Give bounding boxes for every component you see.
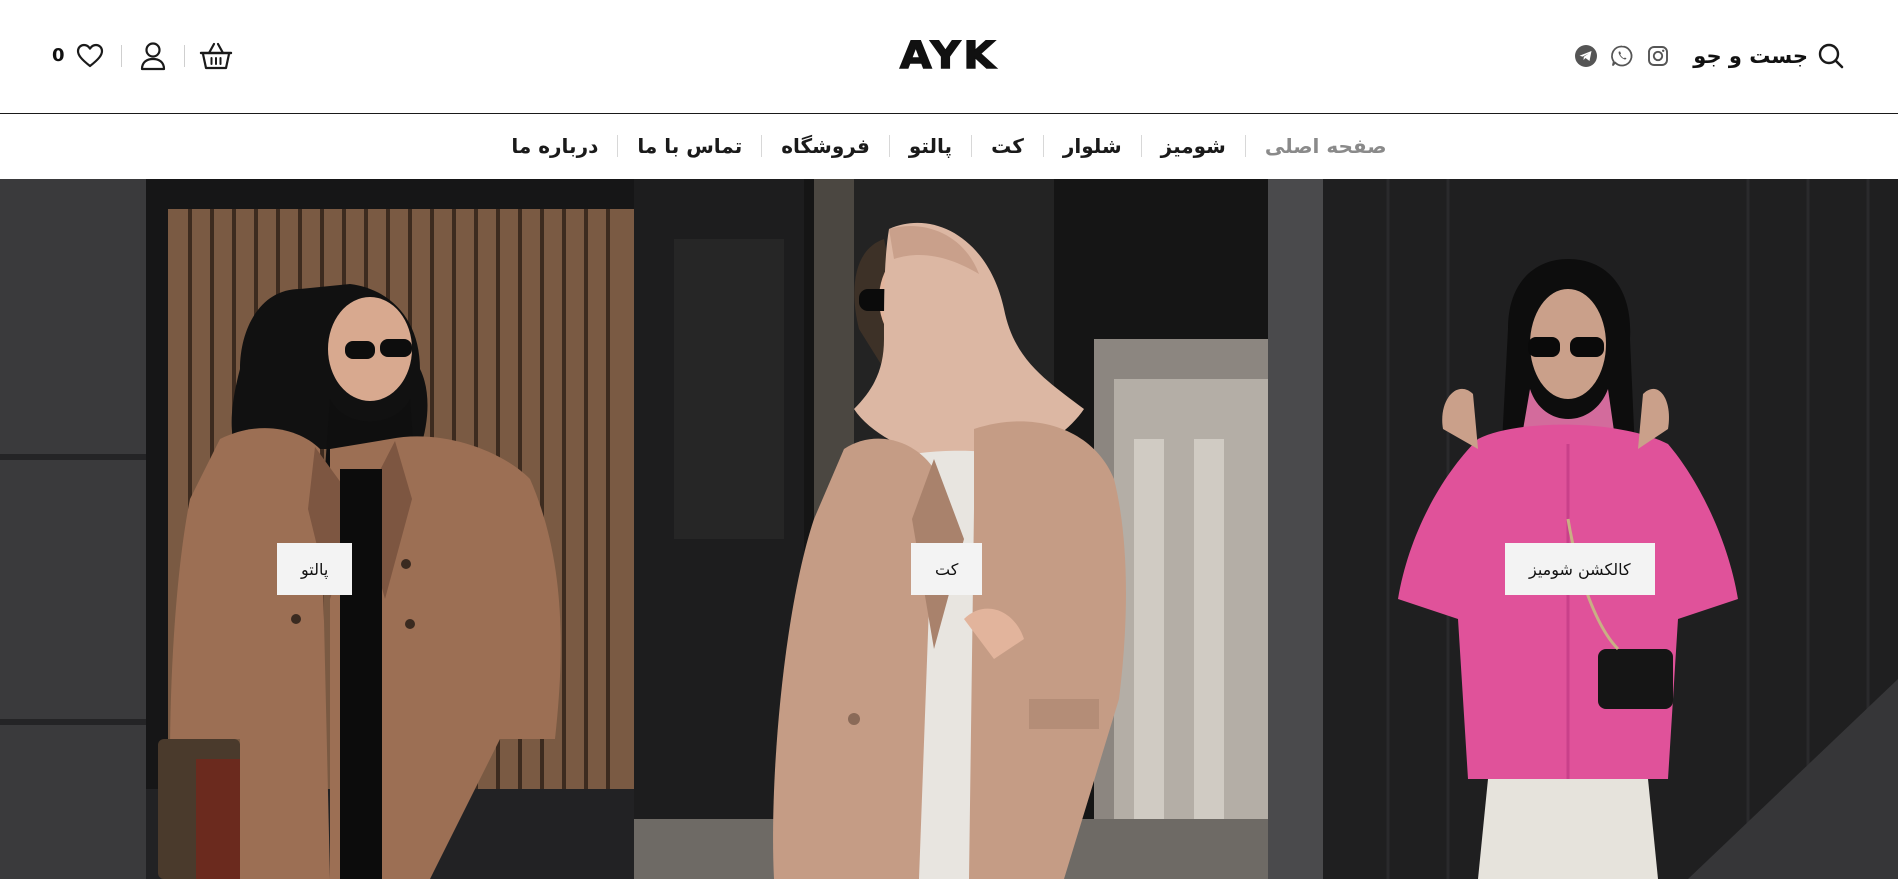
whatsapp-icon [1611, 45, 1633, 67]
search-button[interactable] [1816, 41, 1846, 71]
whatsapp-link[interactable] [1609, 43, 1635, 69]
instagram-link[interactable] [1645, 43, 1671, 69]
collection-panel-coats[interactable]: پالتو [0, 179, 634, 879]
nav-item-home[interactable]: صفحه اصلی [1246, 136, 1406, 156]
nav-divider [617, 135, 619, 157]
category-button-coats[interactable]: پالتو [277, 543, 353, 595]
nav-divider [1042, 135, 1044, 157]
nav-item-shop[interactable]: فروشگاه [762, 136, 889, 156]
nav-divider [971, 135, 973, 157]
nav-item-pants[interactable]: شلوار [1044, 136, 1141, 156]
search-icon [1818, 43, 1844, 69]
jacket-model-photo [634, 179, 1268, 879]
category-button-blouses[interactable]: کالکشن شومیز [1505, 543, 1655, 595]
telegram-icon [1575, 45, 1598, 67]
search-label[interactable]: جست و جو [1693, 44, 1808, 68]
hero-collections: پالتو کت کالکشن شومیز [0, 179, 1898, 879]
nav-item-contact[interactable]: تماس با ما [618, 136, 761, 156]
main-nav: صفحه اصلی شومیز شلوار کت پالتو فروشگاه ت… [0, 114, 1898, 178]
nav-divider [761, 135, 763, 157]
category-button-jackets[interactable]: کت [911, 543, 983, 595]
site-header: 0 AYK جست و جو [0, 0, 1898, 113]
collection-panel-blouses[interactable]: کالکشن شومیز [1268, 179, 1898, 879]
coat-model-photo [0, 179, 634, 879]
collection-panel-jackets[interactable]: کت [634, 179, 1268, 879]
nav-item-coats[interactable]: پالتو [890, 136, 971, 156]
nav-item-about[interactable]: درباره ما [492, 136, 617, 156]
blouse-model-photo [1268, 179, 1898, 879]
nav-divider [1244, 135, 1246, 157]
nav-item-jackets[interactable]: کت [972, 136, 1043, 156]
nav-item-blouses[interactable]: شومیز [1142, 136, 1245, 156]
telegram-link[interactable] [1573, 43, 1599, 69]
instagram-icon [1648, 46, 1669, 66]
nav-divider [1140, 135, 1142, 157]
header-right-tools: جست و جو [1563, 38, 1846, 74]
logo-text: AYK [899, 32, 999, 78]
nav-divider [888, 135, 890, 157]
